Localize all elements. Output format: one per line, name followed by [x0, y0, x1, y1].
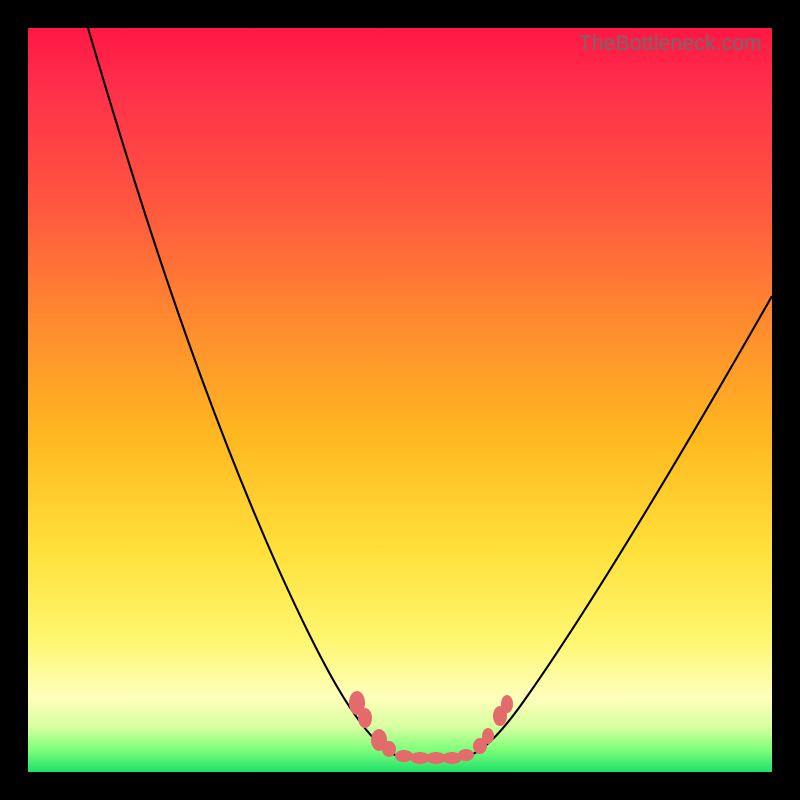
marker-dot: [482, 728, 494, 744]
marker-dot: [501, 695, 513, 713]
marker-dot: [382, 741, 396, 757]
curve-right-arm: [462, 296, 772, 758]
marker-dot: [358, 708, 372, 728]
curve-left-arm: [88, 28, 414, 758]
marker-dot: [395, 750, 413, 762]
plot-area: TheBottleneck.com: [28, 28, 772, 772]
marker-cluster: [349, 691, 513, 764]
chart-frame: TheBottleneck.com: [0, 0, 800, 800]
bottleneck-curve: [28, 28, 772, 772]
marker-dot: [458, 749, 474, 761]
